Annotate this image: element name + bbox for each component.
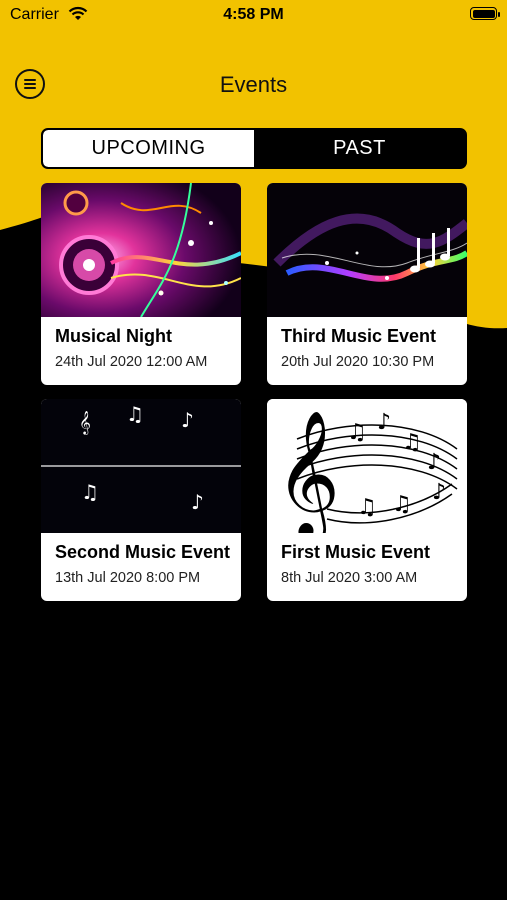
- neon-speaker-image: [41, 183, 241, 317]
- svg-text:♫: ♫: [402, 430, 422, 455]
- event-card[interactable]: Third Music Event 20th Jul 2020 10:30 PM: [267, 183, 467, 385]
- event-card[interactable]: 𝄞 ♫ ♪ ♫ ♪ Second Music Event 13th Jul 2020…: [41, 399, 241, 601]
- event-name: Third Music Event: [281, 326, 437, 346]
- battery-tip: [498, 12, 500, 17]
- svg-text:𝄞: 𝄞: [275, 409, 340, 533]
- svg-text:♫: ♫: [347, 420, 367, 445]
- event-name: Musical Night: [55, 326, 173, 346]
- event-card[interactable]: Musical Night 24th Jul 2020 12:00 AM: [41, 183, 241, 385]
- svg-text:♫: ♫: [126, 402, 144, 426]
- svg-text:♪: ♪: [377, 410, 391, 435]
- svg-text:♪: ♪: [181, 408, 194, 432]
- svg-text:♪: ♪: [427, 450, 441, 475]
- event-date: 8th Jul 2020 3:00 AM: [281, 570, 418, 586]
- svg-text:♪: ♪: [191, 490, 204, 514]
- clock: 4:58 PM: [223, 6, 284, 23]
- tab-past[interactable]: PAST: [254, 130, 465, 167]
- status-bar: Carrier 4:58 PM: [0, 0, 507, 30]
- svg-text:♫: ♫: [81, 480, 99, 504]
- battery-icon: [470, 7, 497, 20]
- tab-upcoming[interactable]: UPCOMING: [43, 130, 254, 167]
- event-date: 24th Jul 2020 12:00 AM: [55, 354, 208, 370]
- svg-text:♫: ♫: [357, 495, 377, 520]
- svg-text:𝄞: 𝄞: [79, 410, 91, 435]
- treble-clef-notes-image: 𝄞 ♫ ♪ ♫♪ ♫ ♫ ♪: [267, 399, 467, 533]
- event-date: 13th Jul 2020 8:00 PM: [55, 570, 201, 586]
- event-date: 20th Jul 2020 10:30 PM: [281, 354, 435, 370]
- svg-text:♪: ♪: [432, 480, 446, 505]
- page-title: Events: [219, 72, 288, 97]
- sound-wave-image: 𝄞 ♫ ♪ ♫ ♪: [41, 399, 241, 533]
- svg-text:♫: ♫: [392, 492, 412, 517]
- segmented-control: UPCOMING PAST: [41, 128, 467, 169]
- event-card[interactable]: 𝄞 ♫ ♪ ♫ ♪ ♫ ♫ ♪ First Music Event 8th Jul 2…: [267, 399, 467, 601]
- event-name: First Music Event: [281, 542, 431, 562]
- rainbow-notes-image: [267, 183, 467, 317]
- event-name: Second Music Event: [55, 542, 231, 562]
